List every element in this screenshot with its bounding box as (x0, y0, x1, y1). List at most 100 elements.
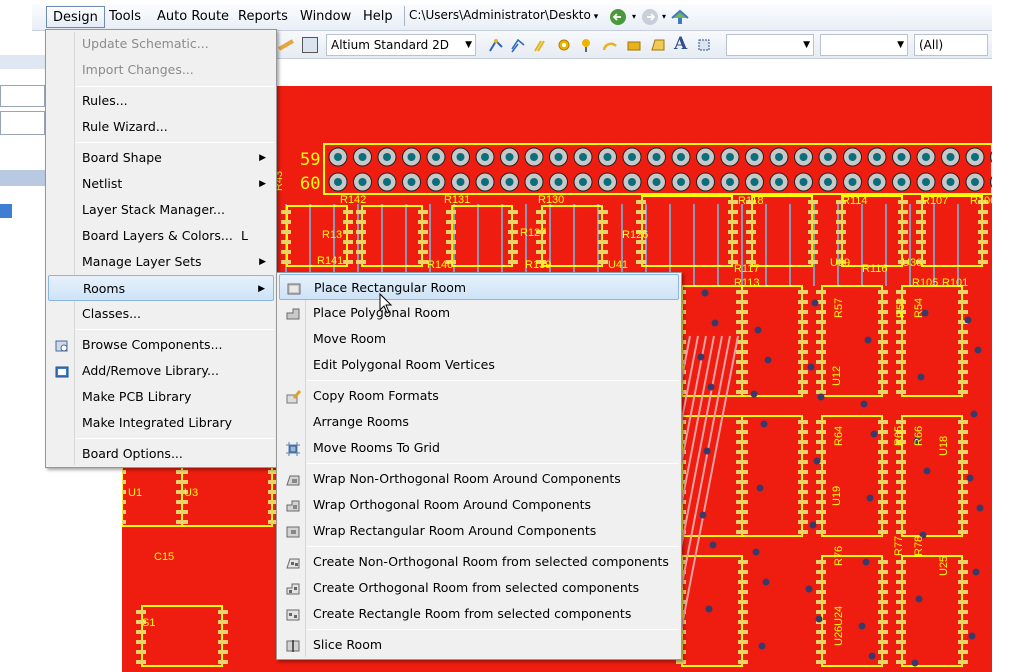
menu-netlist[interactable]: Netlist ▶ (48, 171, 274, 197)
smd-pad (816, 640, 826, 644)
smd-pad (356, 230, 366, 234)
menu-copy-room-formats[interactable]: Copy Room Formats (279, 383, 679, 409)
menu-import-changes[interactable]: Import Changes... (48, 57, 274, 83)
menu-classes[interactable]: Classes... (48, 301, 274, 327)
designator-label: R139 (525, 259, 551, 271)
back-arrow-icon[interactable] (610, 9, 626, 25)
smd-pad (808, 230, 818, 234)
smd-pad (896, 580, 906, 584)
menu-window[interactable]: Window (294, 6, 357, 28)
via (974, 346, 982, 354)
edit-pencil-icon[interactable] (278, 39, 294, 51)
forward-dropdown-icon[interactable]: ▾ (662, 12, 666, 21)
document-path-field[interactable]: C:\Users\Administrator\Deskto ▾ (404, 6, 604, 26)
place-component-icon[interactable] (696, 37, 712, 53)
menu-board-layers-colors[interactable]: Board Layers & Colors... L (48, 223, 274, 249)
menu-rules[interactable]: Rules... (48, 88, 274, 114)
designator-label: R53 (895, 298, 907, 318)
smd-pad (816, 390, 826, 394)
menu-auto-route[interactable]: Auto Route (151, 6, 235, 28)
smd-pad (356, 240, 366, 244)
smd-pad (176, 520, 186, 524)
menu-separator (307, 380, 679, 381)
menu-board-options[interactable]: Board Options... (48, 441, 274, 467)
smd-pad (808, 210, 818, 214)
left-panel-selected-row[interactable] (0, 170, 45, 186)
menu-create-rectangle-room[interactable]: Create Rectangle Room from selected comp… (279, 601, 679, 627)
toolbar-combo-3[interactable]: ▼ (820, 34, 908, 56)
place-fill-icon[interactable] (626, 37, 642, 53)
smd-pad (728, 210, 738, 214)
smd-pad (356, 210, 366, 214)
smd-pad (878, 460, 888, 464)
smd-pad (218, 640, 228, 644)
smd-pad (798, 300, 808, 304)
place-string-icon[interactable]: A (674, 34, 690, 54)
menu-update-schematic[interactable]: Update Schematic... (48, 31, 274, 57)
menu-manage-layer-sets[interactable]: Manage Layer Sets ▶ (48, 249, 274, 275)
view-mode-select[interactable]: Altium Standard 2D ▼ (326, 34, 476, 56)
header-pad-hole (530, 153, 538, 161)
menu-wrap-non-orthogonal-room[interactable]: Wrap Non-Orthogonal Room Around Componen… (279, 466, 679, 492)
route-interactive-icon[interactable] (488, 37, 504, 53)
menu-edit-polygonal-room-vertices[interactable]: Edit Polygonal Room Vertices (279, 352, 679, 378)
smd-pad (418, 210, 428, 214)
menu-place-polygonal-room[interactable]: Place Polygonal Room (279, 300, 679, 326)
menu-move-rooms-to-grid[interactable]: Move Rooms To Grid (279, 435, 679, 461)
menu-reports[interactable]: Reports (232, 6, 294, 28)
smd-pad (816, 480, 826, 484)
left-panel-combo[interactable] (0, 85, 45, 107)
menu-board-shape[interactable]: Board Shape ▶ (48, 145, 274, 171)
menu-add-remove-library[interactable]: Add/Remove Library... (48, 358, 274, 384)
smd-pad (418, 220, 428, 224)
route-multiple-icon[interactable] (510, 37, 526, 53)
menu-tools[interactable]: Tools (103, 6, 147, 28)
place-arc-icon[interactable] (602, 37, 618, 53)
component-outline (141, 605, 223, 667)
smd-pad (978, 260, 988, 264)
menu-arrange-rooms[interactable]: Arrange Rooms (279, 409, 679, 435)
place-pad-icon[interactable] (556, 37, 572, 53)
smd-pad (746, 250, 756, 254)
home-icon[interactable] (670, 8, 690, 26)
menu-create-non-orthogonal-room[interactable]: Create Non-Orthogonal Room from selected… (279, 549, 679, 575)
smd-pad (916, 220, 926, 224)
menu-design[interactable]: Design (46, 6, 105, 28)
filter-select[interactable]: (All) (914, 34, 988, 56)
menu-create-orthogonal-room[interactable]: Create Orthogonal Room from selected com… (279, 575, 679, 601)
menu-rule-wizard[interactable]: Rule Wizard... (48, 114, 274, 140)
toolbar-combo-2[interactable]: ▼ (726, 34, 814, 56)
place-polygon-icon[interactable] (650, 37, 666, 53)
route-diff-pair-icon[interactable] (532, 37, 548, 53)
menu-browse-components[interactable]: Browse Components... (48, 332, 274, 358)
smd-pad (958, 450, 968, 454)
menu-layer-stack-manager[interactable]: Layer Stack Manager... (48, 197, 274, 223)
smd-pad (446, 240, 456, 244)
smd-pad (736, 330, 746, 334)
back-dropdown-icon[interactable]: ▾ (632, 12, 636, 21)
forward-arrow-icon[interactable] (642, 9, 658, 25)
menu-move-room[interactable]: Move Room (279, 326, 679, 352)
menu-wrap-orthogonal-room[interactable]: Wrap Orthogonal Room Around Components (279, 492, 679, 518)
menu-make-pcb-library[interactable]: Make PCB Library (48, 384, 274, 410)
via (868, 652, 876, 660)
menu-rooms[interactable]: Rooms ▶ (48, 275, 274, 301)
smd-pad (896, 480, 906, 484)
left-panel-field[interactable] (0, 111, 45, 135)
menu-help[interactable]: Help (357, 6, 399, 28)
menu-place-rectangular-room[interactable]: Place Rectangular Room (279, 274, 679, 300)
menu-make-integrated-library[interactable]: Make Integrated Library (48, 410, 274, 436)
via (703, 447, 711, 455)
place-via-icon[interactable] (578, 37, 594, 53)
header-pad-hole (799, 178, 808, 186)
smd-pad (896, 650, 906, 654)
smd-pad (218, 610, 228, 614)
menu-slice-room[interactable]: Slice Room (279, 632, 679, 658)
menu-wrap-rectangular-room[interactable]: Wrap Rectangular Room Around Components (279, 518, 679, 544)
smd-pad (816, 490, 826, 494)
smd-pad (896, 370, 906, 374)
header-pad-hole (383, 153, 391, 161)
smd-pad (738, 570, 748, 574)
header-pad-hole (383, 178, 391, 186)
view-config-icon[interactable] (302, 37, 318, 53)
